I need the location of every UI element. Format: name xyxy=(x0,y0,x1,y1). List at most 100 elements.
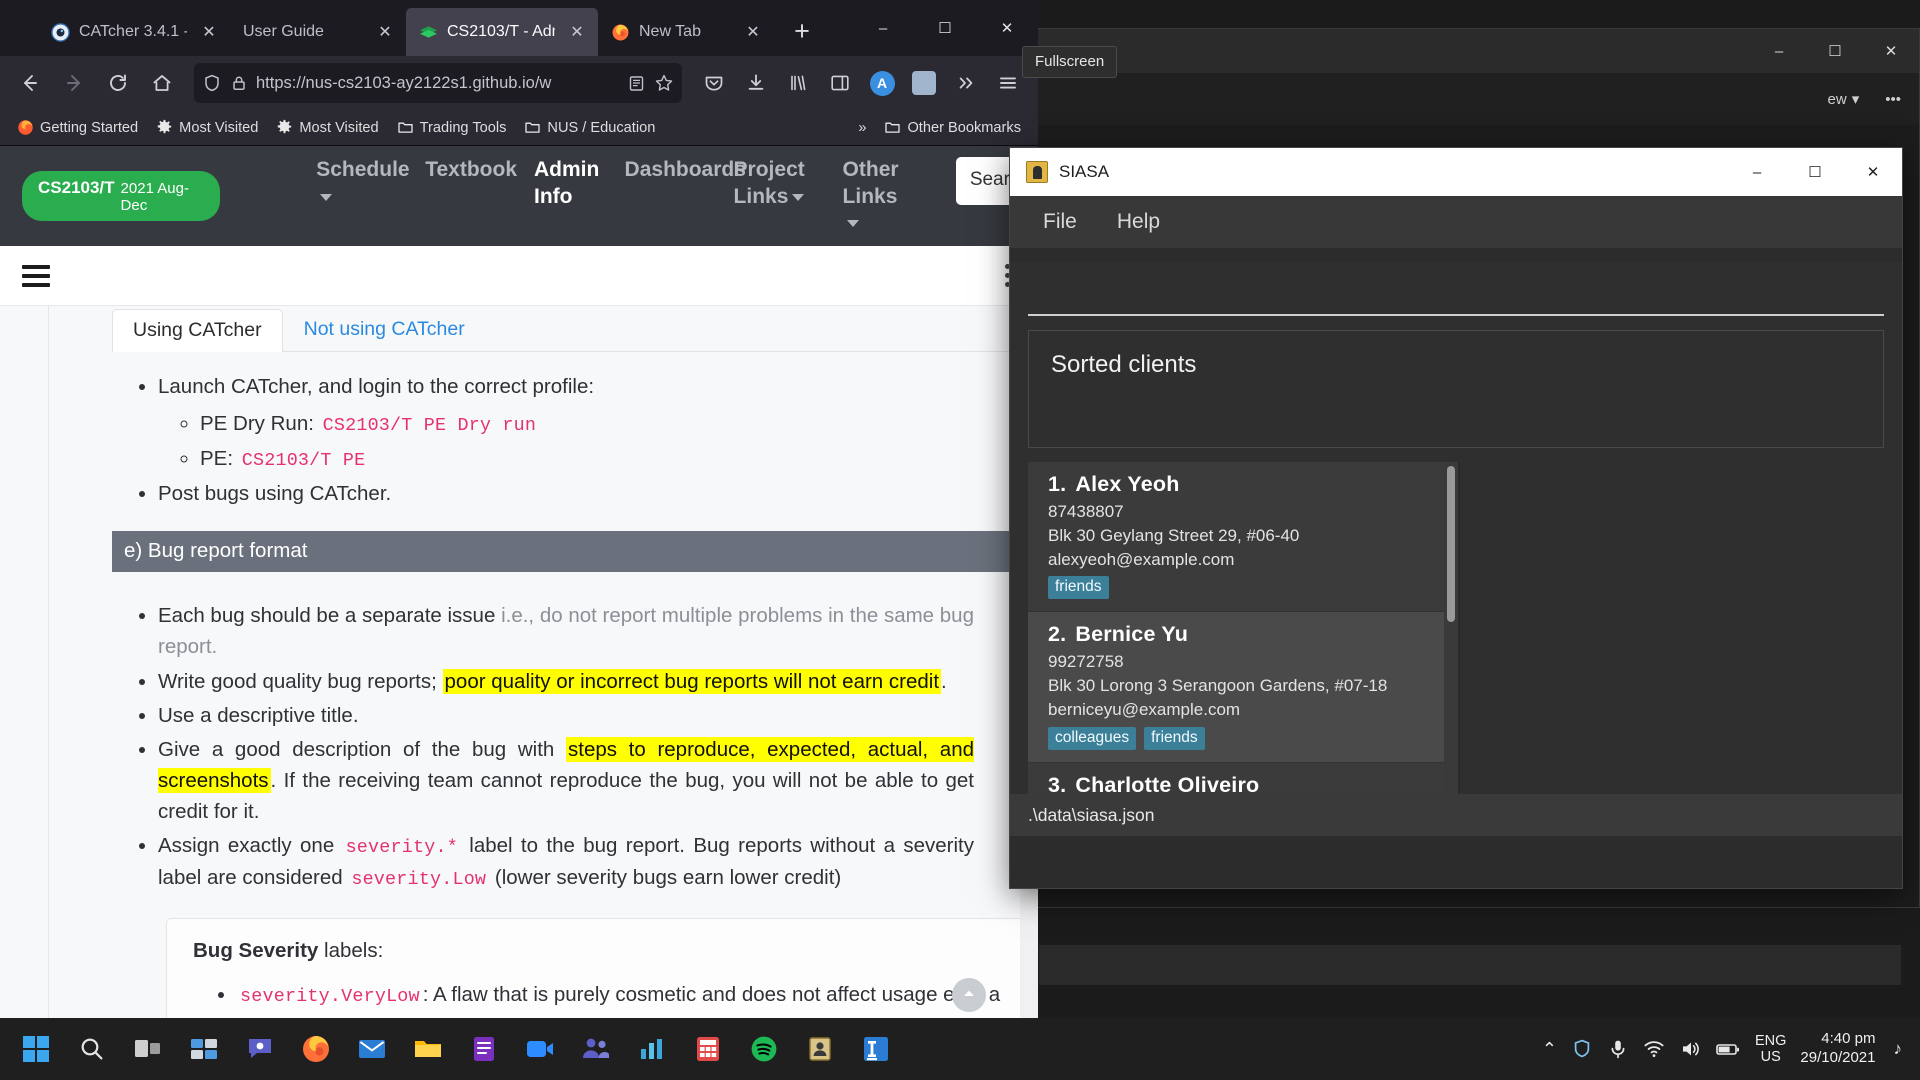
scrollbar-thumb[interactable] xyxy=(1447,466,1455,622)
notification-icon[interactable]: ♪ xyxy=(1890,1039,1903,1059)
siasa-window-controls: – ☐ ✕ xyxy=(1728,148,1902,196)
spotify-button[interactable] xyxy=(738,1023,790,1075)
bookmark-most-visited-2[interactable]: Most Visited xyxy=(269,115,385,140)
search-button[interactable] xyxy=(66,1023,118,1075)
site-nav-textbook[interactable]: Textbook xyxy=(425,157,517,183)
teams-button[interactable] xyxy=(570,1023,622,1075)
site-nav-admin-info[interactable]: Admin Info xyxy=(534,157,608,210)
reader-icon[interactable] xyxy=(627,74,646,93)
reload-button[interactable] xyxy=(98,63,138,103)
siasa-minimize-button[interactable]: – xyxy=(1728,148,1786,196)
bookmark-label: NUS / Education xyxy=(547,119,656,136)
close-icon[interactable]: ✕ xyxy=(740,19,766,45)
site-nav-project-links[interactable]: Project Links xyxy=(734,157,826,210)
calculator-button[interactable] xyxy=(682,1023,734,1075)
list-item[interactable]: 2. Bernice Yu 99272758 Blk 30 Lorong 3 Se… xyxy=(1028,612,1444,763)
site-badge[interactable]: CS2103/T 2021 Aug-Dec xyxy=(22,171,221,221)
siasa-button[interactable] xyxy=(794,1023,846,1075)
close-icon[interactable]: ✕ xyxy=(196,19,222,45)
extension-icon[interactable] xyxy=(904,63,944,103)
site-search-button[interactable]: Search xyxy=(955,157,1016,206)
list-item: PE Dry Run: CS2103/T PE Dry run xyxy=(200,408,974,440)
start-button[interactable] xyxy=(10,1023,62,1075)
bg-close-button[interactable]: ✕ xyxy=(1863,29,1919,73)
overflow-chevron-icon[interactable] xyxy=(946,63,986,103)
widgets-button[interactable] xyxy=(178,1023,230,1075)
bg-more-menu[interactable]: ••• xyxy=(1885,91,1901,108)
clock[interactable]: 4:40 pm 29/10/2021 xyxy=(1800,1030,1875,1068)
intellij-button[interactable] xyxy=(850,1023,902,1075)
client-list-scrollbar[interactable] xyxy=(1444,462,1458,814)
bookmarks-overflow-button[interactable]: » xyxy=(851,116,873,140)
pe-dry-run-code: CS2103/T PE Dry run xyxy=(322,415,537,437)
browser-tab-catcher[interactable]: CATcher 3.4.1 - n ✕ xyxy=(38,8,230,56)
tray-overflow-button[interactable]: ⌃ xyxy=(1542,1039,1557,1060)
browser-tab-new-tab[interactable]: New Tab ✕ xyxy=(598,8,774,56)
sidebar-icon[interactable] xyxy=(820,63,860,103)
library-icon[interactable] xyxy=(778,63,818,103)
forward-button[interactable] xyxy=(54,63,94,103)
site-nav-dashboards[interactable]: Dashboards xyxy=(625,157,746,183)
battery-icon[interactable] xyxy=(1715,1038,1741,1060)
back-button[interactable] xyxy=(10,63,50,103)
menu-help[interactable]: Help xyxy=(1106,205,1171,239)
browser-maximize-button[interactable]: ☐ xyxy=(914,0,976,56)
lock-icon[interactable] xyxy=(230,74,248,92)
siasa-titlebar[interactable]: SIASA – ☐ ✕ xyxy=(1010,148,1902,196)
siasa-maximize-button[interactable]: ☐ xyxy=(1786,148,1844,196)
microphone-icon[interactable] xyxy=(1607,1038,1629,1060)
siasa-close-button[interactable]: ✕ xyxy=(1844,148,1902,196)
menu-icon[interactable] xyxy=(22,264,50,287)
menu-file[interactable]: File xyxy=(1032,205,1088,239)
shield-icon[interactable] xyxy=(202,73,222,93)
bg-maximize-button[interactable]: ☐ xyxy=(1807,29,1863,73)
tab-using-catcher[interactable]: Using CATcher xyxy=(112,308,283,352)
bookmarks-toolbar: Getting Started Most Visited Most Visite… xyxy=(0,110,1038,146)
firefox-window: CATcher 3.4.1 - n ✕ User Guide ✕ CS2103/… xyxy=(0,0,1038,1018)
bookmark-most-visited-1[interactable]: Most Visited xyxy=(149,115,265,140)
scroll-to-top-button[interactable] xyxy=(952,978,986,1012)
close-icon[interactable]: ✕ xyxy=(564,19,590,45)
background-window-titlebar[interactable]: – ☐ ✕ xyxy=(1021,29,1919,73)
account-avatar[interactable]: A xyxy=(862,63,902,103)
firefox-button[interactable] xyxy=(290,1023,342,1075)
new-tab-button[interactable]: + xyxy=(782,11,822,51)
rule-tail: . xyxy=(941,669,947,693)
bookmark-trading-tools[interactable]: Trading Tools xyxy=(390,115,514,140)
browser-minimize-button[interactable]: – xyxy=(852,0,914,56)
client-list-panel[interactable]: 1. Alex Yeoh 87438807 Blk 30 Geylang Stre… xyxy=(1028,462,1460,814)
volume-icon[interactable] xyxy=(1679,1038,1701,1060)
list-item[interactable]: 1. Alex Yeoh 87438807 Blk 30 Geylang Stre… xyxy=(1028,462,1444,613)
close-icon[interactable]: ✕ xyxy=(372,19,398,45)
notes-button[interactable] xyxy=(458,1023,510,1075)
url-bar[interactable]: https://nus-cs2103-ay2122s1.github.io/w xyxy=(194,63,682,103)
command-input[interactable] xyxy=(1028,262,1884,316)
browser-tab-cs2103t[interactable]: CS2103/T - Adm ✕ xyxy=(406,8,598,56)
analytics-button[interactable] xyxy=(626,1023,678,1075)
siasa-splitter: 1. Alex Yeoh 87438807 Blk 30 Geylang Stre… xyxy=(1028,462,1884,814)
network-icon[interactable] xyxy=(1643,1038,1665,1060)
bg-view-menu[interactable]: ew ▾ xyxy=(1828,90,1860,109)
file-explorer-button[interactable] xyxy=(402,1023,454,1075)
browser-tab-user-guide[interactable]: User Guide ✕ xyxy=(230,8,406,56)
zoom-button[interactable] xyxy=(514,1023,566,1075)
downloads-icon[interactable] xyxy=(736,63,776,103)
bookmark-getting-started[interactable]: Getting Started xyxy=(10,115,145,140)
pocket-icon[interactable] xyxy=(694,63,734,103)
task-view-button[interactable] xyxy=(122,1023,174,1075)
tab-not-using-catcher[interactable]: Not using CATcher xyxy=(283,308,486,351)
language-indicator[interactable]: ENG US xyxy=(1755,1033,1786,1065)
mail-button[interactable] xyxy=(346,1023,398,1075)
home-button[interactable] xyxy=(142,63,182,103)
other-bookmarks-folder[interactable]: Other Bookmarks xyxy=(877,115,1028,140)
site-nav-schedule[interactable]: Schedule xyxy=(316,157,410,210)
shield-icon[interactable] xyxy=(1571,1038,1593,1060)
bg-minimize-button[interactable]: – xyxy=(1751,29,1807,73)
bookmark-nus-education[interactable]: NUS / Education xyxy=(517,115,662,140)
site-nav-other-links[interactable]: Other Links xyxy=(843,157,921,236)
client-email: berniceyu@example.com xyxy=(1048,699,1241,719)
bookmark-star-icon[interactable] xyxy=(654,73,674,93)
client-name-text: Bernice Yu xyxy=(1075,622,1189,647)
teams-chat-button[interactable] xyxy=(234,1023,286,1075)
site-header: CS2103/T 2021 Aug-Dec Schedule Textbook … xyxy=(0,146,1038,246)
